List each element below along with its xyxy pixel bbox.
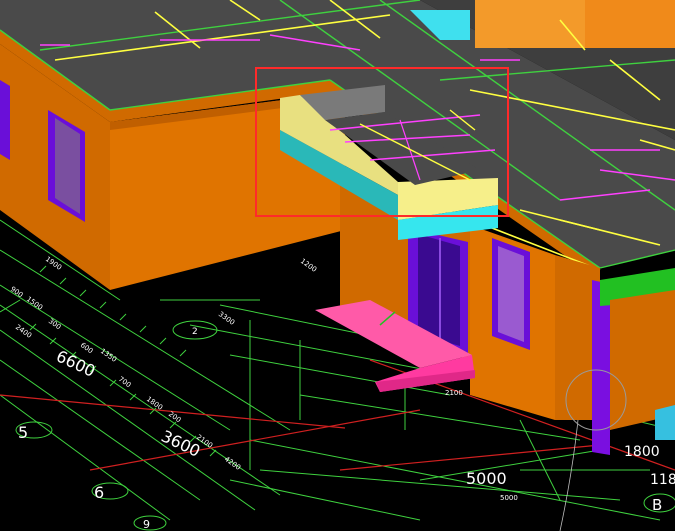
svg-text:3600: 3600 xyxy=(158,426,203,460)
svg-text:900: 900 xyxy=(9,285,25,299)
svg-text:118: 118 xyxy=(650,472,675,488)
axis-bubble-B[interactable]: B xyxy=(643,493,675,514)
axis-bubble-9[interactable]: 9 xyxy=(133,515,167,531)
axis-bubble-2[interactable]: 2 xyxy=(172,320,218,340)
cad-3d-viewport[interactable]: 5 6 9 2 B 6600 3600 5000 1800 118 5000 2… xyxy=(0,0,675,531)
window-left-2[interactable] xyxy=(0,80,10,160)
svg-text:1900: 1900 xyxy=(44,255,63,272)
axis-bubble-5[interactable]: 5 xyxy=(15,421,53,442)
svg-text:5: 5 xyxy=(18,423,28,442)
svg-text:1500: 1500 xyxy=(25,295,44,312)
svg-text:1350: 1350 xyxy=(99,347,118,364)
svg-text:4200: 4200 xyxy=(223,455,242,472)
svg-text:9: 9 xyxy=(143,518,150,531)
svg-text:5000: 5000 xyxy=(500,494,518,502)
svg-text:2100: 2100 xyxy=(445,389,463,397)
window-right[interactable] xyxy=(492,238,530,350)
svg-text:1200: 1200 xyxy=(299,257,318,274)
svg-text:5000: 5000 xyxy=(466,469,507,488)
svg-text:300: 300 xyxy=(47,317,63,331)
axis-bubble-6[interactable]: 6 xyxy=(91,482,129,502)
svg-text:700: 700 xyxy=(117,375,133,389)
svg-text:2: 2 xyxy=(192,327,198,337)
svg-text:3300: 3300 xyxy=(217,310,236,327)
svg-text:1800: 1800 xyxy=(624,444,660,460)
building-model-scene[interactable]: 5 6 9 2 B 6600 3600 5000 1800 118 5000 2… xyxy=(0,0,675,531)
svg-text:B: B xyxy=(652,496,662,514)
svg-text:6: 6 xyxy=(94,483,104,502)
